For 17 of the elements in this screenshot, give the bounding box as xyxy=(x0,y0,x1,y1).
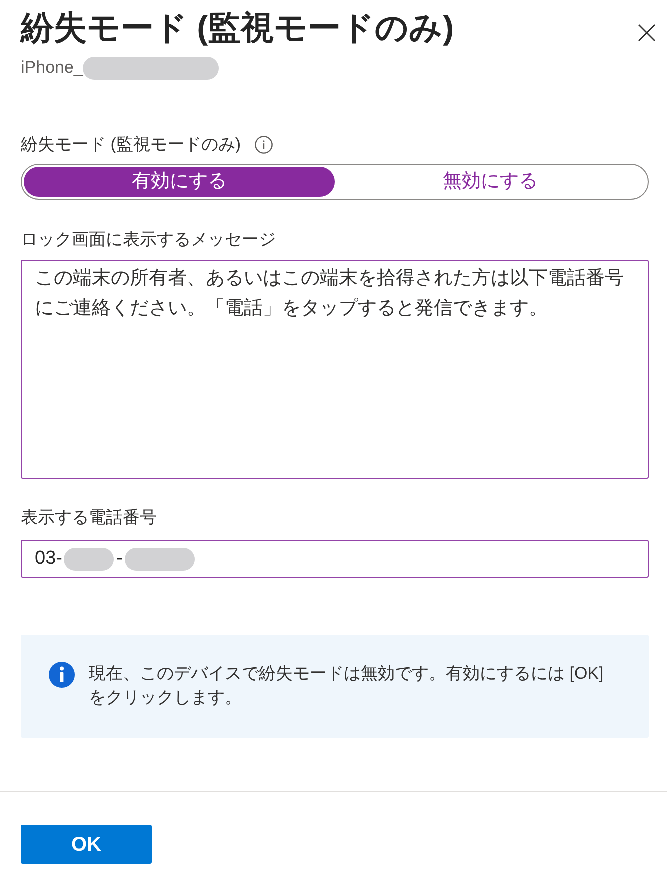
message-textarea[interactable]: この端末の所有者、あるいはこの端末を拾得された方は以下電話番号にご連絡ください。「電話」をタップすると発信できます。 xyxy=(21,260,649,479)
ok-button[interactable]: OK xyxy=(21,825,152,864)
field-label: 紛失モード (監視モードのみ) xyxy=(21,134,242,156)
field-label: ロック画面に表示するメッセージ xyxy=(21,229,277,251)
redaction-block xyxy=(64,548,114,570)
panel-title: 紛失モード (監視モードのみ) xyxy=(21,8,454,48)
info-message: 現在、このデバイスで紛失モードは無効です。有効にするには [OK] をクリックします。 xyxy=(89,663,605,709)
close-icon xyxy=(638,24,656,42)
close-button[interactable] xyxy=(637,23,657,43)
field-label: 表示する電話番号 xyxy=(21,507,158,529)
info-icon[interactable] xyxy=(255,136,274,154)
device-name: iPhone_ xyxy=(21,57,84,79)
toggle-option[interactable]: 有効にする xyxy=(24,167,335,197)
phone-input-field[interactable]: 03- - xyxy=(21,540,649,578)
info-icon xyxy=(49,662,75,688)
redaction-block xyxy=(124,548,195,570)
toggle-option[interactable]: 無効にする xyxy=(335,167,646,197)
